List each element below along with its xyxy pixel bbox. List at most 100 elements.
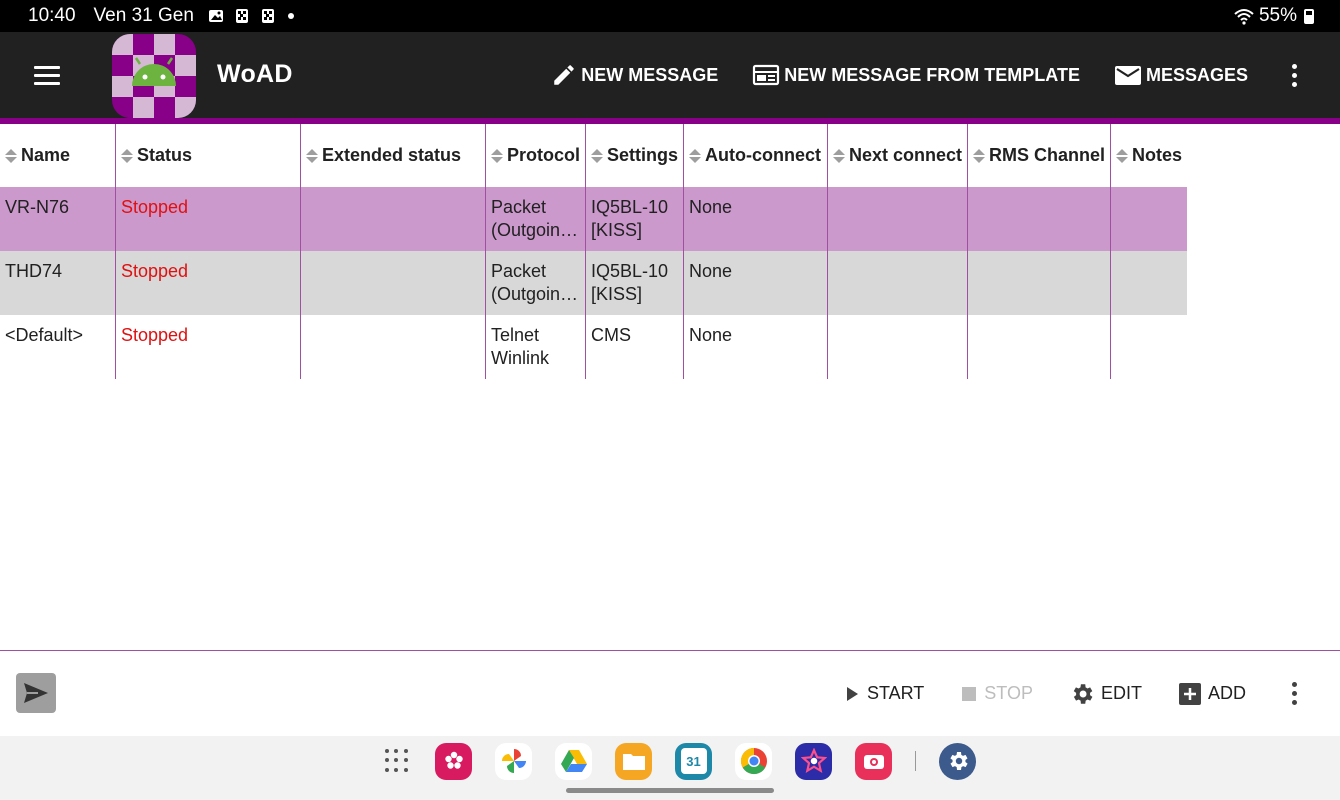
stop-button[interactable]: STOP: [960, 683, 1033, 704]
cell-next-connect: [828, 315, 968, 379]
new-message-from-template-button[interactable]: NEW MESSAGE FROM TEMPLATE: [752, 62, 1080, 88]
cell-settings: IQ5BL-10 [KISS]: [586, 251, 684, 315]
app-bar: WoAD NEW MESSAGE NEW MESSAGE FROM TEMPLA…: [0, 32, 1340, 118]
messages-label: MESSAGES: [1145, 64, 1248, 85]
template-icon: [753, 64, 780, 86]
cell-extended-status: [301, 187, 486, 251]
checker-notification-icon-2: [261, 9, 274, 23]
sort-arrows-icon: [306, 148, 318, 163]
table-row[interactable]: <Default> Stopped Telnet Winlink CMS None: [0, 315, 1187, 379]
app-bar-overflow-menu-icon[interactable]: [1282, 55, 1306, 95]
sort-arrows-icon: [121, 148, 133, 163]
date: Ven 31 Gen: [93, 5, 194, 26]
cell-extended-status: [301, 315, 486, 379]
column-header-protocol[interactable]: Protocol: [486, 124, 586, 187]
pencil-icon: [554, 65, 575, 85]
calendar-app-icon[interactable]: 31: [675, 742, 712, 780]
clock: 10:40: [28, 5, 76, 26]
system-taskbar: 31: [0, 736, 1340, 800]
start-label: START: [866, 683, 925, 703]
cell-status: Stopped: [116, 315, 301, 379]
add-label: ADD: [1207, 683, 1246, 703]
new-message-label: NEW MESSAGE: [581, 64, 719, 85]
wifi-icon: [1234, 9, 1254, 25]
add-box-icon: [1178, 682, 1201, 705]
column-header-auto-connect[interactable]: Auto-connect: [684, 124, 828, 187]
star-app-icon[interactable]: [795, 742, 832, 780]
app-title: WoAD: [217, 60, 293, 88]
hamburger-menu-icon[interactable]: [34, 60, 64, 90]
sort-arrows-icon: [591, 148, 603, 163]
cell-next-connect: [828, 251, 968, 315]
my-files-app-icon[interactable]: [615, 742, 652, 780]
play-icon: [846, 686, 858, 701]
cell-status: Stopped: [116, 187, 301, 251]
stop-label: STOP: [984, 683, 1033, 703]
bottom-toolbar: START STOP EDIT ADD: [0, 651, 1340, 736]
table-row[interactable]: VR-N76 Stopped Packet (Outgoin… IQ5BL-10[…: [0, 187, 1187, 251]
column-header-notes[interactable]: Notes: [1111, 124, 1187, 187]
sort-arrows-icon: [1116, 148, 1128, 163]
drive-app-icon[interactable]: [555, 742, 592, 780]
column-header-status[interactable]: Status: [116, 124, 301, 187]
app-logo: [112, 34, 196, 118]
battery-percent: 55%: [1258, 5, 1297, 26]
stop-icon: [962, 686, 977, 701]
dock-separator: [915, 751, 916, 771]
more-notifications-dot-icon: [287, 13, 294, 19]
photos-app-icon[interactable]: [495, 742, 532, 780]
column-header-name[interactable]: Name: [0, 124, 116, 187]
sort-arrows-icon: [833, 148, 845, 163]
battery-icon: [1304, 8, 1314, 24]
cell-auto-connect: None: [684, 187, 828, 251]
cell-name: <Default>: [0, 315, 116, 379]
messages-button[interactable]: MESSAGES: [1114, 62, 1248, 88]
column-header-rms-channel[interactable]: RMS Channel: [968, 124, 1111, 187]
new-message-button[interactable]: NEW MESSAGE: [551, 62, 718, 88]
cell-notes: [1111, 251, 1187, 315]
app-drawer-icon[interactable]: [382, 746, 412, 776]
sort-arrows-icon: [973, 148, 985, 163]
table-row[interactable]: THD74 Stopped Packet (Outgoin… IQ5BL-10 [K…: [0, 251, 1187, 315]
cell-rms-channel: [968, 187, 1111, 251]
cell-notes: [1111, 187, 1187, 251]
sort-arrows-icon: [689, 148, 701, 163]
cell-settings: IQ5BL-10 [KISS]: [586, 187, 684, 251]
column-header-next-connect[interactable]: Next connect: [828, 124, 968, 187]
cell-notes: [1111, 315, 1187, 379]
add-button[interactable]: ADD: [1178, 682, 1246, 706]
sessions-table: Name Status Extended status Protocol Set…: [0, 124, 1187, 379]
cell-extended-status: [301, 251, 486, 315]
checker-notification-icon: [235, 9, 248, 23]
gallery-notification-icon: [208, 10, 223, 22]
new-message-from-template-label: NEW MESSAGE FROM TEMPLATE: [784, 64, 1080, 85]
cell-next-connect: [828, 187, 968, 251]
gear-icon: [1073, 683, 1093, 704]
cell-status: Stopped: [116, 251, 301, 315]
cell-rms-channel: [968, 315, 1111, 379]
table-header-row: Name Status Extended status Protocol Set…: [0, 124, 1187, 187]
edit-button[interactable]: EDIT: [1069, 681, 1142, 707]
envelope-icon: [1114, 66, 1141, 85]
column-header-extended-status[interactable]: Extended status: [301, 124, 486, 187]
cell-auto-connect: None: [684, 251, 828, 315]
home-gesture-bar[interactable]: [566, 788, 774, 793]
cell-rms-channel: [968, 251, 1111, 315]
system-status-bar: 10:40 Ven 31 Gen 55%: [0, 0, 1340, 32]
settings-app-icon[interactable]: [939, 742, 976, 780]
sort-arrows-icon: [491, 148, 503, 163]
cell-auto-connect: None: [684, 315, 828, 379]
chrome-app-icon[interactable]: [735, 742, 772, 780]
flower-gallery-app-icon[interactable]: [435, 742, 472, 780]
cell-protocol: Telnet Winlink: [486, 315, 586, 379]
cell-name: VR-N76: [0, 187, 116, 251]
bottom-overflow-menu-icon[interactable]: [1282, 674, 1306, 714]
start-button[interactable]: START: [843, 683, 924, 704]
cell-protocol: Packet (Outgoin…: [486, 187, 586, 251]
camera-app-icon[interactable]: [855, 742, 892, 780]
send-receive-button[interactable]: [16, 673, 56, 713]
column-header-settings[interactable]: Settings: [586, 124, 684, 187]
sort-arrows-icon: [5, 148, 17, 163]
send-icon: [24, 683, 48, 703]
cell-protocol: Packet (Outgoin…: [486, 251, 586, 315]
